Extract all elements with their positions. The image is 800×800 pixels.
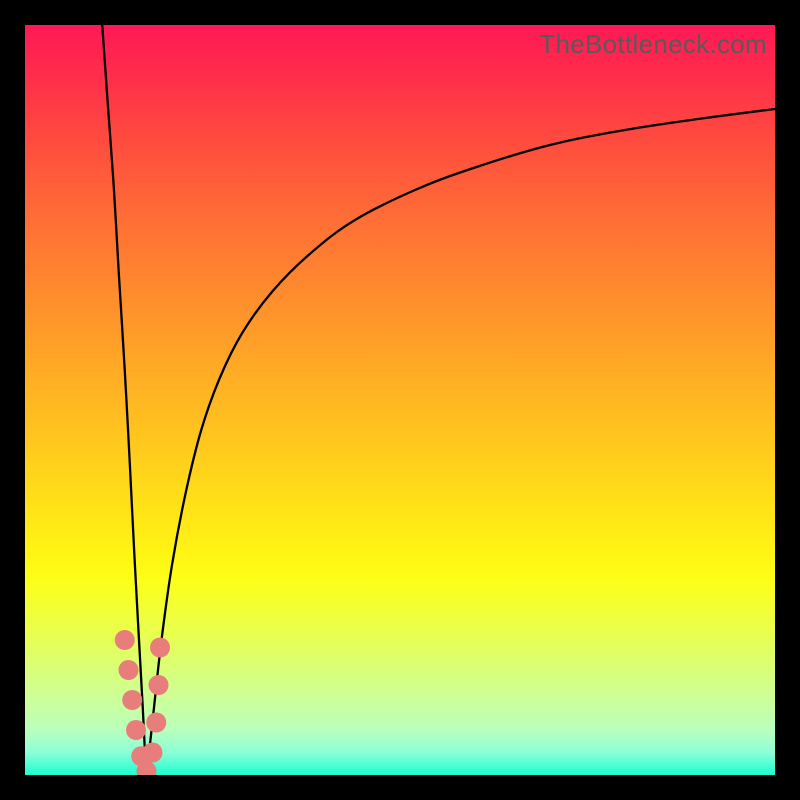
plot-area: TheBottleneck.com <box>25 25 775 775</box>
marker-cluster <box>115 630 170 775</box>
chart-svg <box>25 25 775 775</box>
marker-point <box>149 675 169 695</box>
marker-point <box>143 743 163 763</box>
marker-point <box>150 638 170 658</box>
marker-point <box>122 690 142 710</box>
curve-right-branch <box>147 109 776 775</box>
marker-point <box>137 761 157 775</box>
marker-point <box>131 746 151 766</box>
watermark-text: TheBottleneck.com <box>539 29 767 60</box>
marker-point <box>146 713 166 733</box>
marker-point <box>115 630 135 650</box>
marker-point <box>119 660 139 680</box>
marker-point <box>126 720 146 740</box>
curve-left-branch <box>102 25 146 775</box>
